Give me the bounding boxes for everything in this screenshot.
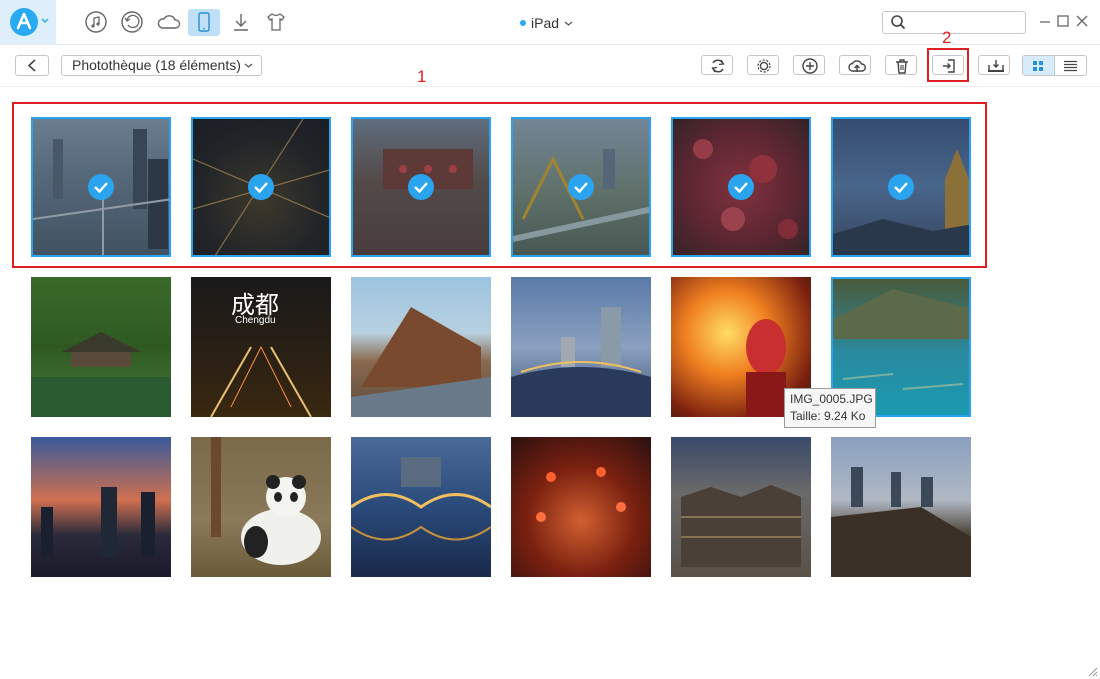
search-icon <box>891 15 906 30</box>
checkmark-icon <box>88 174 114 200</box>
anytrans-logo-icon <box>10 8 38 36</box>
divider <box>0 86 1100 87</box>
photo-thumbnail[interactable] <box>671 117 811 257</box>
photo-tooltip: IMG_0005.JPG Taille: 9.24 Ko <box>784 388 876 428</box>
chevron-down-icon[interactable] <box>41 17 49 25</box>
album-dropdown-label: Photothèque (18 éléments) <box>72 57 241 73</box>
photo-thumbnail[interactable] <box>671 437 811 577</box>
photo-thumbnail[interactable] <box>351 437 491 577</box>
photo-thumbnail[interactable]: 成都 Chengdu <box>191 277 331 417</box>
device-status-dot <box>520 20 526 26</box>
device-name: iPad <box>531 15 560 31</box>
back-button[interactable] <box>15 55 49 76</box>
checkmark-icon <box>888 174 914 200</box>
music-icon[interactable] <box>84 10 108 34</box>
annotation-box-2 <box>927 48 969 82</box>
album-dropdown[interactable]: Photothèque (18 éléments) <box>61 55 262 76</box>
maximize-button[interactable] <box>1054 12 1072 30</box>
delete-button[interactable] <box>885 55 917 75</box>
divider <box>0 44 1100 45</box>
annotation-label-2: 2 <box>942 28 952 47</box>
photo-thumbnail[interactable] <box>831 117 971 257</box>
checkmark-icon <box>568 174 594 200</box>
search-input[interactable] <box>882 11 1026 34</box>
tooltip-filename: IMG_0005.JPG <box>790 392 873 406</box>
photo-thumbnail[interactable] <box>511 437 651 577</box>
maximize-icon <box>1057 15 1069 27</box>
settings-icon <box>757 59 771 73</box>
minimize-icon <box>1040 21 1050 23</box>
chevron-down-icon <box>564 21 573 26</box>
cloud-icon[interactable] <box>156 10 181 34</box>
photo-thumbnail[interactable] <box>31 117 171 257</box>
photo-thumbnail[interactable] <box>31 277 171 417</box>
photo-thumbnail[interactable] <box>31 437 171 577</box>
chevron-left-icon <box>27 59 36 72</box>
photo-thumbnail[interactable] <box>831 437 971 577</box>
upload-cloud-button[interactable] <box>839 55 871 75</box>
photo-thumbnail[interactable] <box>511 117 651 257</box>
refresh-icon <box>711 59 725 73</box>
photo-thumbnail[interactable] <box>351 277 491 417</box>
device-icon[interactable] <box>188 9 220 36</box>
download-icon[interactable] <box>229 10 253 34</box>
grid-view-icon <box>1033 61 1043 71</box>
settings-button[interactable] <box>747 55 779 75</box>
photo-thumbnail[interactable] <box>191 437 331 577</box>
photo-thumbnail[interactable] <box>351 117 491 257</box>
close-button[interactable] <box>1073 12 1091 30</box>
checkmark-icon <box>408 174 434 200</box>
upload-cloud-icon <box>848 60 866 72</box>
export-to-device-icon <box>988 60 1004 72</box>
device-selector[interactable]: iPad <box>520 14 573 32</box>
list-view-icon <box>1064 60 1077 72</box>
trash-icon <box>896 59 908 74</box>
photo-thumbnail[interactable] <box>511 277 651 417</box>
add-button[interactable] <box>793 55 825 75</box>
checkmark-icon <box>248 174 274 200</box>
resize-grip-icon[interactable] <box>1086 665 1098 677</box>
close-icon <box>1076 15 1088 27</box>
tooltip-size: Taille: 9.24 Ko <box>790 409 866 423</box>
tshirt-icon[interactable] <box>264 10 288 34</box>
minimize-button[interactable] <box>1036 12 1054 30</box>
chevron-down-icon <box>244 63 253 68</box>
grid-view-button[interactable] <box>1023 56 1055 75</box>
checkmark-icon <box>728 174 754 200</box>
list-view-button[interactable] <box>1055 56 1086 75</box>
refresh-button[interactable] <box>701 55 733 75</box>
photo-thumbnail[interactable] <box>191 117 331 257</box>
add-icon <box>802 58 818 74</box>
annotation-label-1: 1 <box>417 67 427 86</box>
app-logo[interactable] <box>0 0 56 44</box>
export-to-device-button[interactable] <box>978 55 1010 75</box>
view-toggle <box>1022 55 1087 76</box>
history-icon[interactable] <box>120 10 144 34</box>
